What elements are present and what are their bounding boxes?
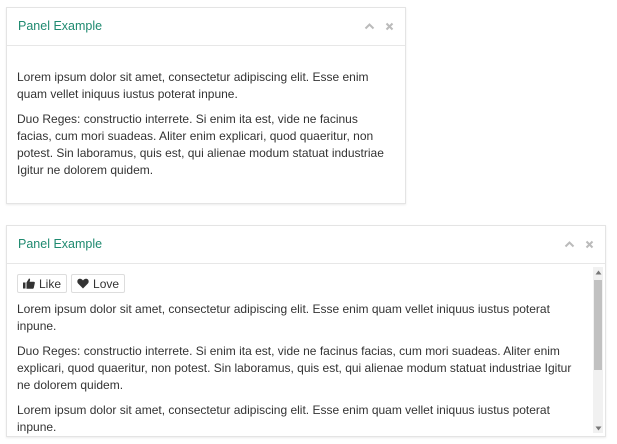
scroll-down-arrow-icon[interactable] [593, 423, 603, 433]
paragraph: Lorem ipsum dolor sit amet, consectetur … [17, 70, 369, 101]
paragraph: Duo Reges: constructio interrete. Si eni… [17, 112, 384, 177]
panel-title: Panel Example [18, 237, 103, 251]
paragraph: Duo Reges: constructio interrete. Si eni… [17, 344, 572, 392]
panel-tools [363, 20, 395, 32]
chevron-up-icon[interactable] [363, 20, 375, 32]
love-label: Love [93, 276, 120, 291]
scroll-up-arrow-icon[interactable] [593, 267, 603, 277]
paragraph: Lorem ipsum dolor sit amet, consectetur … [17, 302, 550, 333]
reaction-buttons: Like Love [17, 274, 581, 293]
panel-header: Panel Example [7, 8, 405, 46]
panel-tools [563, 238, 595, 250]
close-icon[interactable] [583, 238, 595, 250]
like-label: Like [39, 276, 62, 291]
panel-header: Panel Example [7, 226, 605, 264]
love-button[interactable]: Love [71, 274, 126, 293]
close-icon[interactable] [383, 20, 395, 32]
like-button[interactable]: Like [17, 274, 68, 293]
panel-body: Lorem ipsum dolor sit amet, consectetur … [7, 46, 405, 197]
panel-title: Panel Example [18, 19, 103, 33]
thumbs-up-icon [23, 278, 35, 289]
chevron-up-icon[interactable] [563, 238, 575, 250]
heart-icon [77, 278, 89, 289]
panel-body: Like Love Lorem ipsum dolor sit amet, co… [7, 264, 591, 436]
paragraph: Lorem ipsum dolor sit amet, consectetur … [17, 403, 550, 434]
scrollbar-thumb[interactable] [594, 280, 602, 370]
panel-scroll-area[interactable]: Like Love Lorem ipsum dolor sit amet, co… [7, 264, 605, 436]
panel-example-1: Panel Example Lorem ipsum dolor sit amet… [6, 7, 406, 204]
vertical-scrollbar[interactable] [593, 267, 603, 433]
panel-example-2: Panel Example Like Love Lorem ipsum dolo… [6, 225, 606, 437]
